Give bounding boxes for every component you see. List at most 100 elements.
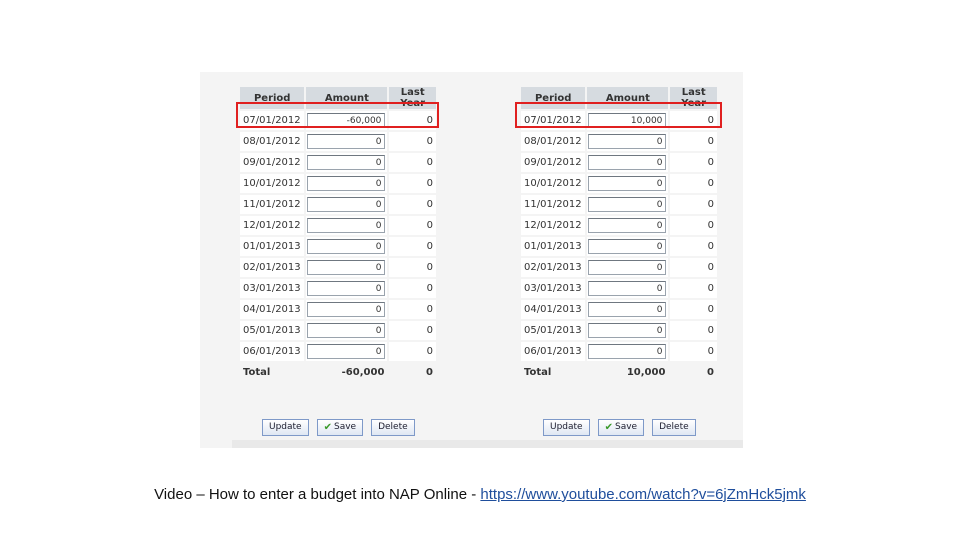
- last-year-cell: 0: [670, 342, 717, 361]
- column-header-last-year: Last Year: [389, 87, 436, 109]
- amount-input[interactable]: [307, 323, 386, 338]
- table-row: 08/01/2012 0: [521, 132, 717, 151]
- action-buttons-left: Update ✔ Save Delete: [262, 419, 415, 436]
- period-cell: 04/01/2013: [240, 300, 305, 319]
- amount-cell: [587, 279, 669, 298]
- amount-cell: [587, 132, 669, 151]
- table-row: 11/01/2012 0: [521, 195, 717, 214]
- column-header-period: Period: [240, 87, 305, 109]
- checkmark-icon: ✔: [323, 422, 332, 433]
- amount-input[interactable]: [307, 344, 386, 359]
- save-button[interactable]: ✔ Save: [597, 419, 645, 436]
- amount-input[interactable]: [588, 344, 667, 359]
- budget-table-right: Period Amount Last Year 07/01/2012008/01…: [519, 85, 719, 384]
- video-link[interactable]: https://www.youtube.com/watch?v=6jZmHck5…: [480, 486, 806, 503]
- period-cell: 12/01/2012: [521, 216, 586, 235]
- amount-input[interactable]: [307, 113, 386, 128]
- amount-input[interactable]: [307, 176, 386, 191]
- save-button[interactable]: ✔ Save: [316, 419, 364, 436]
- table-row: 07/01/2012 0: [521, 111, 717, 130]
- delete-button[interactable]: Delete: [371, 419, 415, 436]
- save-button-label: Save: [334, 422, 357, 432]
- last-year-cell: 0: [389, 342, 436, 361]
- table-row: 10/01/2012 0: [521, 174, 717, 193]
- period-cell: 05/01/2013: [240, 321, 305, 340]
- table-row: 04/01/2013 0: [240, 300, 436, 319]
- amount-input[interactable]: [588, 155, 667, 170]
- period-cell: 04/01/2013: [521, 300, 586, 319]
- period-cell: 06/01/2013: [240, 342, 305, 361]
- amount-input[interactable]: [588, 302, 667, 317]
- amount-input[interactable]: [588, 239, 667, 254]
- amount-input[interactable]: [307, 155, 386, 170]
- table-row: 03/01/2013 0: [240, 279, 436, 298]
- period-cell: 10/01/2012: [521, 174, 586, 193]
- amount-input[interactable]: [588, 197, 667, 212]
- amount-input[interactable]: [307, 260, 386, 275]
- amount-input[interactable]: [588, 281, 667, 296]
- period-cell: 02/01/2013: [240, 258, 305, 277]
- period-cell: 10/01/2012: [240, 174, 305, 193]
- last-year-cell: 0: [670, 132, 717, 151]
- amount-input[interactable]: [588, 260, 667, 275]
- table-row: 02/01/2013 0: [521, 258, 717, 277]
- last-year-cell: 0: [389, 300, 436, 319]
- amount-cell: [587, 300, 669, 319]
- table-header-row: Period Amount Last Year: [240, 87, 436, 109]
- period-cell: 05/01/2013: [521, 321, 586, 340]
- total-row: Total -60,000 0: [240, 363, 436, 382]
- table-row: 05/01/2013 0: [521, 321, 717, 340]
- last-year-cell: 0: [389, 195, 436, 214]
- budget-panel-right: Period Amount Last Year 07/01/2012008/01…: [519, 85, 719, 450]
- last-year-cell: 0: [389, 132, 436, 151]
- amount-input[interactable]: [307, 281, 386, 296]
- amount-cell: [587, 111, 669, 130]
- amount-input[interactable]: [588, 323, 667, 338]
- last-year-cell: 0: [389, 279, 436, 298]
- amount-input[interactable]: [588, 134, 667, 149]
- table-row: 09/01/2012 0: [240, 153, 436, 172]
- amount-input[interactable]: [307, 302, 386, 317]
- update-button[interactable]: Update: [543, 419, 590, 436]
- period-cell: 11/01/2012: [521, 195, 586, 214]
- period-cell: 02/01/2013: [521, 258, 586, 277]
- period-cell: 09/01/2012: [240, 153, 305, 172]
- amount-input[interactable]: [588, 113, 667, 128]
- table-row: 06/01/2013 0: [240, 342, 436, 361]
- amount-input[interactable]: [307, 239, 386, 254]
- amount-input[interactable]: [307, 197, 386, 212]
- last-year-cell: 0: [670, 237, 717, 256]
- column-header-period: Period: [521, 87, 586, 109]
- amount-cell: [587, 321, 669, 340]
- period-cell: 11/01/2012: [240, 195, 305, 214]
- period-cell: 08/01/2012: [521, 132, 586, 151]
- budget-panel-left: Period Amount Last Year 07/01/2012008/01…: [238, 85, 438, 450]
- period-cell: 01/01/2013: [521, 237, 586, 256]
- amount-cell: [587, 342, 669, 361]
- delete-button-label: Delete: [659, 422, 689, 432]
- amount-input[interactable]: [307, 134, 386, 149]
- amount-cell: [306, 195, 388, 214]
- amount-input[interactable]: [307, 218, 386, 233]
- amount-input[interactable]: [588, 218, 667, 233]
- period-cell: 09/01/2012: [521, 153, 586, 172]
- last-year-cell: 0: [389, 258, 436, 277]
- last-year-cell: 0: [670, 321, 717, 340]
- amount-cell: [587, 174, 669, 193]
- last-year-cell: 0: [670, 216, 717, 235]
- table-row: 11/01/2012 0: [240, 195, 436, 214]
- update-button[interactable]: Update: [262, 419, 309, 436]
- amount-input[interactable]: [588, 176, 667, 191]
- last-year-cell: 0: [389, 321, 436, 340]
- checkmark-icon: ✔: [604, 422, 613, 433]
- last-year-cell: 0: [670, 195, 717, 214]
- delete-button[interactable]: Delete: [652, 419, 696, 436]
- period-cell: 07/01/2012: [521, 111, 586, 130]
- table-row: 01/01/2013 0: [521, 237, 717, 256]
- amount-cell: [587, 195, 669, 214]
- total-last-year: 0: [389, 363, 436, 382]
- screenshot-frame: Period Amount Last Year 07/01/2012008/01…: [200, 72, 743, 450]
- table-row: 09/01/2012 0: [521, 153, 717, 172]
- column-header-last-year: Last Year: [670, 87, 717, 109]
- last-year-cell: 0: [389, 237, 436, 256]
